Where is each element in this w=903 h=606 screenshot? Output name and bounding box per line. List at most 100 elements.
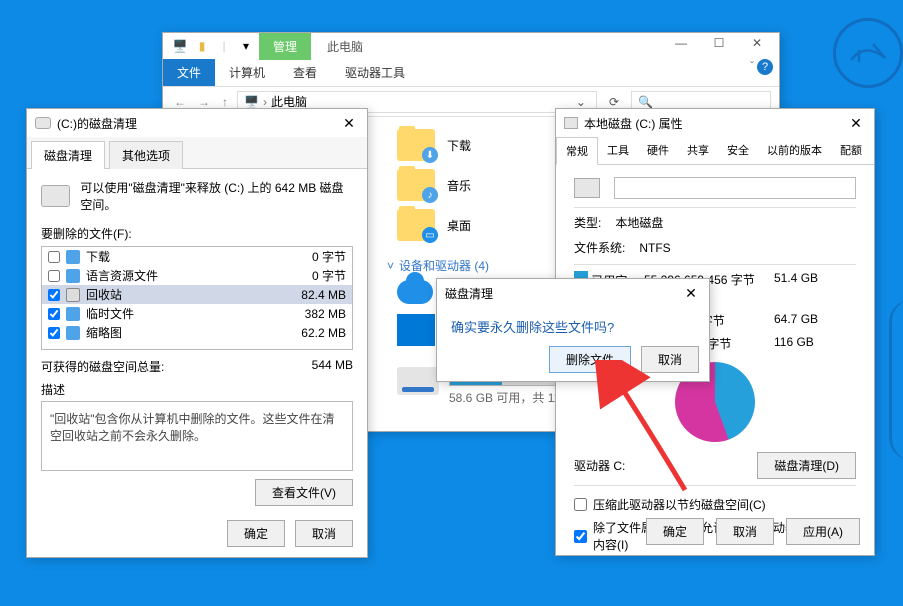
list-item[interactable]: 临时文件382 MB: [42, 304, 352, 323]
tab-view[interactable]: 查看: [279, 59, 331, 86]
pc-small-icon: 🖥️: [244, 95, 259, 109]
disk-cleanup-dialog: (C:)的磁盘清理 ✕ 磁盘清理 其他选项 可以使用"磁盘清理"来释放 (C:)…: [26, 108, 368, 558]
refresh-button[interactable]: ⟳: [603, 95, 625, 109]
explorer-ribbon-tabs: 文件 计算机 查看 驱动器工具 ˇ ?: [163, 59, 779, 87]
cancel-button[interactable]: 取消: [641, 346, 699, 373]
help-icon[interactable]: ?: [757, 59, 773, 75]
separator: |: [215, 37, 233, 55]
disk-cleanup-button[interactable]: 磁盘清理(D): [757, 452, 856, 479]
drive-label-input[interactable]: [614, 177, 856, 199]
tab-general[interactable]: 常规: [556, 137, 598, 165]
nav-forward-icon[interactable]: →: [195, 95, 213, 109]
nav-back-icon[interactable]: ←: [171, 95, 189, 109]
checkbox[interactable]: [574, 530, 587, 543]
maximize-button[interactable]: ☐: [701, 36, 737, 56]
minimize-button[interactable]: —: [663, 36, 699, 56]
watermark-circle: [833, 18, 903, 88]
folder-label: 音乐: [447, 177, 471, 194]
cancel-button[interactable]: 取消: [295, 520, 353, 547]
tab-security[interactable]: 安全: [718, 137, 758, 164]
close-button[interactable]: ✕: [739, 36, 775, 56]
tab-computer[interactable]: 计算机: [215, 59, 279, 86]
explorer-quick-access-toolbar: 🖥️ ▮ | ▾ 管理 此电脑 — ☐ ✕: [163, 33, 779, 59]
compress-checkbox-row[interactable]: 压缩此驱动器以节约磁盘空间(C): [574, 496, 856, 513]
close-button[interactable]: ✕: [339, 115, 359, 132]
breadcrumb-separator: ›: [263, 95, 267, 109]
tab-quota[interactable]: 配额: [831, 137, 871, 164]
close-button[interactable]: ✕: [681, 285, 701, 302]
delete-files-button[interactable]: 删除文件: [549, 346, 631, 373]
props-titlebar: 本地磁盘 (C:) 属性 ✕: [556, 109, 874, 137]
cleanup-title: (C:)的磁盘清理: [57, 115, 137, 132]
apply-button[interactable]: 应用(A): [786, 518, 860, 545]
explorer-title: 此电脑: [327, 38, 363, 55]
description-text: "回收站"包含你从计算机中删除的文件。这些文件在清空回收站之前不会永久删除。: [41, 401, 353, 471]
recycle-bin-icon: [66, 288, 80, 302]
folder-label: 下载: [447, 137, 471, 154]
free-gb: 64.7 GB: [774, 312, 834, 329]
address-dropdown-icon[interactable]: ⌄: [572, 95, 590, 109]
disk-icon: [41, 185, 70, 207]
checkbox[interactable]: [48, 270, 60, 282]
tab-hardware[interactable]: 硬件: [638, 137, 678, 164]
cleanup-titlebar: (C:)的磁盘清理 ✕: [27, 109, 367, 137]
explorer-window-controls: — ☐ ✕: [663, 36, 775, 56]
cap-gb: 116 GB: [774, 335, 834, 352]
list-item[interactable]: 回收站82.4 MB: [42, 285, 352, 304]
checkbox[interactable]: [48, 251, 60, 263]
tab-sharing[interactable]: 共享: [678, 137, 718, 164]
checkbox[interactable]: [48, 308, 60, 320]
cleanup-footer: 确定 取消: [227, 520, 353, 547]
props-tabs: 常规 工具 硬件 共享 安全 以前的版本 配额: [556, 137, 874, 165]
fs-value: NTFS: [639, 241, 670, 255]
cleanup-body: 可以使用"磁盘清理"来释放 (C:) 上的 642 MB 磁盘空间。 要删除的文…: [27, 169, 367, 516]
tab-previous[interactable]: 以前的版本: [758, 137, 831, 164]
pc-icon: 🖥️: [171, 37, 189, 55]
list-item[interactable]: 下载0 字节: [42, 247, 352, 266]
list-item[interactable]: 缩略图62.2 MB: [42, 323, 352, 342]
drive-icon: [397, 367, 439, 395]
checkbox[interactable]: [574, 498, 587, 511]
cleanup-file-list[interactable]: 下载0 字节 语言资源文件0 字节 回收站82.4 MB 临时文件382 MB …: [41, 246, 353, 350]
cleanup-intro-text: 可以使用"磁盘清理"来释放 (C:) 上的 642 MB 磁盘空间。: [80, 179, 353, 213]
checkbox[interactable]: [48, 289, 60, 301]
desktop-folder-icon: ▭: [397, 209, 435, 241]
dropdown-icon[interactable]: ▾: [237, 37, 255, 55]
file-icon: [66, 307, 80, 321]
total-row: 可获得的磁盘空间总量: 544 MB: [41, 358, 353, 375]
ok-button[interactable]: 确定: [646, 518, 704, 545]
view-files-button[interactable]: 查看文件(V): [255, 479, 353, 506]
close-button[interactable]: ✕: [846, 115, 866, 132]
downloads-folder-icon: ⬇: [397, 129, 435, 161]
watermark-arc: [889, 300, 903, 460]
total-value: 544 MB: [312, 358, 353, 375]
search-icon: 🔍: [638, 95, 653, 109]
total-label: 可获得的磁盘空间总量:: [41, 358, 164, 375]
music-folder-icon: ♪: [397, 169, 435, 201]
fs-label: 文件系统:: [574, 239, 625, 256]
tab-drive-tools[interactable]: 驱动器工具: [331, 59, 419, 86]
tab-tools[interactable]: 工具: [598, 137, 638, 164]
checkbox[interactable]: [48, 327, 60, 339]
tab-file[interactable]: 文件: [163, 59, 215, 86]
store-icon: [397, 314, 435, 346]
type-label: 类型:: [574, 214, 601, 231]
tab-other-options[interactable]: 其他选项: [109, 141, 183, 169]
props-title: 本地磁盘 (C:) 属性: [584, 115, 683, 132]
used-gb: 51.4 GB: [774, 271, 834, 306]
ok-button[interactable]: 确定: [227, 520, 285, 547]
props-footer: 确定 取消 应用(A): [646, 518, 860, 545]
drive-icon: [574, 178, 600, 198]
cancel-button[interactable]: 取消: [716, 518, 774, 545]
description-label: 描述: [41, 381, 353, 398]
folder-icon: ▮: [193, 37, 211, 55]
cleanup-tabs: 磁盘清理 其他选项: [27, 137, 367, 169]
ribbon-expand-icon[interactable]: ˇ: [747, 59, 757, 86]
tab-disk-cleanup[interactable]: 磁盘清理: [31, 141, 105, 169]
list-item[interactable]: 语言资源文件0 字节: [42, 266, 352, 285]
confirm-titlebar: 磁盘清理 ✕: [437, 279, 709, 307]
nav-up-icon[interactable]: ↑: [219, 95, 231, 109]
confirm-footer: 删除文件 取消: [549, 346, 699, 373]
manage-tab[interactable]: 管理: [259, 33, 311, 60]
drive-letter-label: 驱动器 C:: [574, 457, 625, 474]
